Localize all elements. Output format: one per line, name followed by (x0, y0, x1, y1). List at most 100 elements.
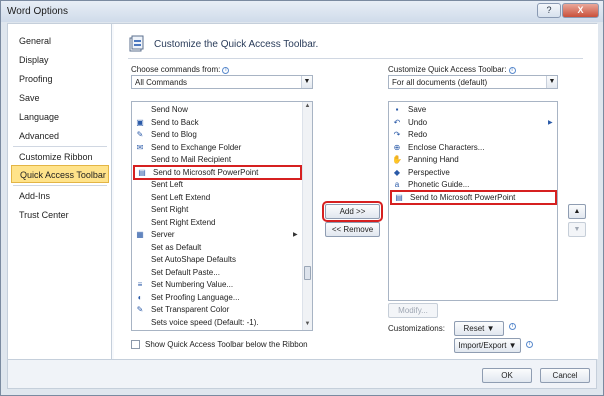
list-item-label: Send Now (151, 105, 188, 114)
list-item-label: Save (408, 105, 427, 114)
close-button[interactable]: X (562, 3, 599, 18)
send-to-back-icon: ▣ (136, 117, 144, 127)
qat-items-list[interactable]: ▪ Save ↶ Undo ▶ ↷ Redo ⊕ Enclose Characters..… (388, 101, 558, 301)
list-item[interactable]: ✎ Set Transparent Color (133, 304, 301, 317)
info-icon[interactable]: i (222, 67, 230, 74)
list-item-label: Send to Back (151, 117, 199, 127)
nav-separator (13, 146, 107, 147)
show-below-ribbon-label: Show Quick Access Toolbar below the Ribb… (145, 340, 308, 349)
enclose-characters-icon: ⊕ (393, 142, 401, 152)
list-item[interactable]: Set Default Paste... (133, 267, 301, 280)
powerpoint-icon: ▤ (395, 193, 403, 202)
cancel-button[interactable]: Cancel (540, 368, 590, 383)
commands-list[interactable]: Send Now ▣ Send to Back ✎ Send to Blog ✉ Se… (131, 101, 313, 331)
chevron-down-icon[interactable]: ▼ (546, 76, 557, 88)
title-bar: Word Options ? X (1, 1, 603, 22)
choose-commands-select[interactable]: All Commands ▼ (131, 75, 313, 89)
scroll-down-icon[interactable]: ▼ (303, 320, 312, 329)
nav-item-display[interactable]: Display (11, 51, 109, 69)
remove-button[interactable]: << Remove (325, 222, 380, 237)
customize-qat-text: Customize Quick Access Toolbar: (388, 65, 507, 74)
nav-item-save[interactable]: Save (11, 89, 109, 107)
nav-item-add-ins[interactable]: Add-Ins (11, 187, 109, 205)
hand-icon: ✋ (392, 155, 402, 164)
page-title: Customize the Quick Access Toolbar. (154, 39, 319, 50)
list-item[interactable]: Send Now (133, 104, 301, 117)
list-item-label: Set Numbering Value... (151, 280, 234, 289)
list-item[interactable]: ◐ Set Proofing Language... (133, 292, 301, 305)
list-item[interactable]: ↶ Undo ▶ (390, 117, 556, 130)
list-item-label: Panning Hand (408, 155, 459, 164)
scroll-up-icon[interactable]: ▲ (303, 102, 312, 111)
customize-qat-label: Customize Quick Access Toolbar: i (388, 65, 516, 74)
modify-button[interactable]: Modify... (388, 303, 438, 318)
nav-item-advanced[interactable]: Advanced (11, 127, 109, 145)
list-item[interactable]: ▣ Send to Back (133, 117, 301, 130)
help-button[interactable]: ? (537, 3, 561, 18)
list-item-label: Redo (408, 130, 428, 139)
list-item-label: Undo (408, 117, 428, 127)
move-up-button[interactable]: ▲ (568, 204, 586, 219)
commands-scrollbar[interactable]: ▲ ▼ (302, 102, 312, 330)
list-item-label: Sets voice speed (Default: -1). (151, 317, 259, 327)
add-button[interactable]: Add >> (322, 201, 383, 222)
list-item[interactable]: ⊕ Enclose Characters... (390, 142, 556, 155)
list-item-label: Set Proofing Language... (151, 292, 240, 302)
redo-icon: ↷ (393, 130, 401, 139)
list-item[interactable]: ✋ Panning Hand (390, 154, 556, 167)
info-icon[interactable]: i (509, 323, 516, 330)
import-export-button[interactable]: Import/Export ▼ (454, 338, 521, 353)
list-item[interactable]: Set AutoShape Defaults (133, 254, 301, 267)
info-icon[interactable]: i (526, 341, 533, 348)
choose-commands-label: Choose commands from: i (131, 65, 230, 74)
list-item-label: Sent Right (151, 205, 189, 214)
nav-item-trust-center[interactable]: Trust Center (11, 206, 109, 224)
list-item[interactable]: ◆ Perspective (390, 167, 556, 180)
list-item[interactable]: Sent Left Extend (133, 192, 301, 205)
window-title: Word Options (7, 6, 68, 17)
server-icon: ▦ (136, 230, 144, 239)
list-item-label: Set AutoShape Defaults (151, 255, 236, 264)
dialog-client: General Display Proofing Save Language A… (7, 23, 598, 389)
list-item-label: Server (151, 230, 175, 239)
list-item-label: Enclose Characters... (408, 142, 485, 152)
customize-qat-select[interactable]: For all documents (default) ▼ (388, 75, 558, 89)
numbering-icon: ≡ (137, 280, 143, 289)
mail-recipient-icon (135, 155, 145, 165)
list-item-label: Send to Blog (151, 130, 197, 139)
submenu-arrow-icon: ▶ (293, 232, 298, 238)
list-item[interactable]: ✎ Send to Blog (133, 129, 301, 142)
list-item-label: Set Transparent Color (151, 305, 230, 314)
list-item[interactable]: Sent Left (133, 179, 301, 192)
nav-item-language[interactable]: Language (11, 108, 109, 126)
ok-button[interactable]: OK (482, 368, 532, 383)
show-below-ribbon-checkbox[interactable] (131, 340, 140, 349)
nav-item-general[interactable]: General (11, 32, 109, 50)
list-item[interactable]: ≡ Set Numbering Value... (133, 279, 301, 292)
list-item-label: Send to Microsoft PowerPoint (410, 193, 516, 202)
list-item[interactable]: ↷ Redo (390, 129, 556, 142)
info-icon[interactable]: i (508, 67, 516, 74)
list-item[interactable]: Sets voice speed (Default: -1). (133, 317, 301, 330)
list-item[interactable]: Set as Default (133, 242, 301, 255)
list-item-label: Sent Left (151, 180, 184, 189)
word-options-window: Word Options ? X General Display Proofin… (0, 0, 604, 396)
list-item[interactable]: ▦ Server ▶ (133, 229, 301, 242)
list-item-selected[interactable]: ▤ Send to Microsoft PowerPoint (133, 165, 302, 180)
list-item[interactable]: Sent Right (133, 204, 301, 217)
list-item-label: Send to Exchange Folder (151, 142, 242, 152)
nav-item-proofing[interactable]: Proofing (11, 70, 109, 88)
nav-item-customize-ribbon[interactable]: Customize Ribbon (11, 148, 109, 166)
send-now-icon (135, 105, 145, 115)
list-item[interactable]: ▪ Save (390, 104, 556, 117)
choose-commands-value: All Commands (135, 78, 188, 87)
move-down-button[interactable]: ▼ (568, 222, 586, 237)
list-item-selected[interactable]: ▤ Send to Microsoft PowerPoint (390, 190, 557, 205)
list-item[interactable]: Sent Right Extend (133, 217, 301, 230)
nav-item-quick-access-toolbar[interactable]: Quick Access Toolbar (11, 165, 109, 183)
list-item-label: Set as Default (151, 242, 202, 252)
list-item[interactable]: ✉ Send to Exchange Folder (133, 142, 301, 155)
reset-button[interactable]: Reset ▼ (454, 321, 504, 336)
scroll-thumb[interactable] (304, 266, 311, 280)
chevron-down-icon[interactable]: ▼ (301, 76, 312, 88)
